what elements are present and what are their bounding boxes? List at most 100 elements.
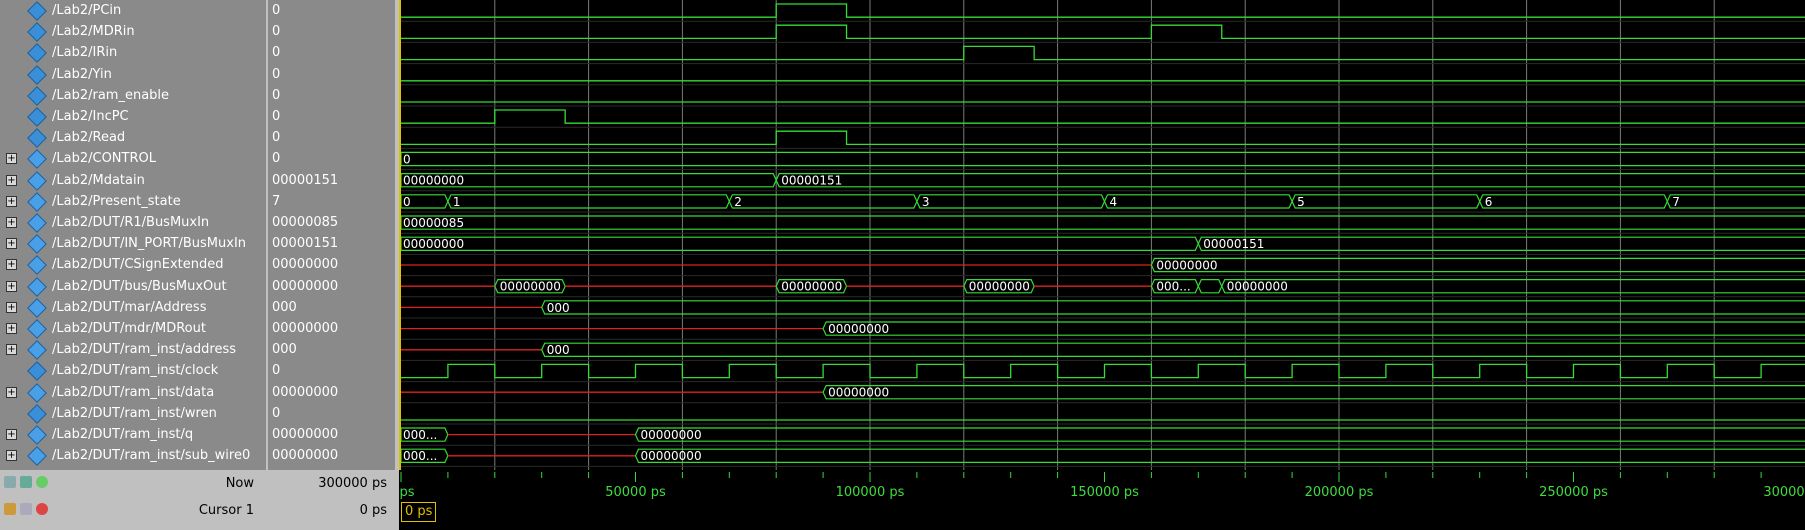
cursor-label[interactable]: Cursor 1	[199, 503, 254, 518]
expand-icon[interactable]	[6, 323, 17, 334]
bit-waveform	[401, 45, 1805, 61]
bus-value-label: 00000085	[403, 216, 464, 230]
signal-name: /Lab2/IRin	[52, 45, 118, 61]
expand-icon[interactable]	[6, 386, 17, 398]
now-label: Now	[225, 476, 254, 491]
signal-row[interactable]: /Lab2/DUT/IN_PORT/BusMuxIn	[0, 233, 266, 255]
signal-row[interactable]: /Lab2/Yin	[0, 64, 266, 85]
signal-row[interactable]: /Lab2/Present_state	[0, 191, 266, 212]
signal-diamond-icon	[27, 1, 47, 21]
signal-name: /Lab2/CONTROL	[52, 151, 156, 167]
expand-icon[interactable]	[6, 259, 17, 271]
bit-waveform	[401, 109, 1805, 124]
signal-name: /Lab2/DUT/R1/BusMuxIn	[52, 215, 210, 230]
signal-row[interactable]: /Lab2/DUT/ram_inst/wren	[0, 403, 266, 424]
signal-diamond-icon	[27, 297, 47, 318]
lock-icon[interactable]	[4, 476, 16, 488]
bus-segment	[400, 151, 1805, 167]
bus-value-label: 00000151	[781, 174, 842, 188]
bus-value-label: 00000000	[828, 386, 889, 400]
expand-icon[interactable]	[6, 344, 17, 356]
signal-value: 000	[272, 342, 297, 358]
expand-icon[interactable]	[6, 174, 17, 186]
signal-diamond-icon	[27, 22, 47, 43]
expand-icon[interactable]	[6, 280, 17, 292]
ruler-tick-label: 200000 ps	[1304, 485, 1374, 500]
signal-row[interactable]: /Lab2/Mdatain	[0, 170, 266, 191]
bus-value-label: 00000000	[1227, 280, 1288, 294]
bus-segment	[400, 215, 1805, 230]
signal-diamond-icon	[27, 425, 47, 445]
signal-row[interactable]: /Lab2/DUT/R1/BusMuxIn	[0, 212, 266, 233]
signal-diamond-icon	[27, 213, 47, 233]
signal-diamond-icon	[27, 128, 47, 149]
remove-icon[interactable]	[36, 503, 48, 515]
add-cursor-icon[interactable]	[20, 476, 32, 488]
signal-name: /Lab2/DUT/bus/BusMuxOut	[52, 278, 227, 294]
plus-icon[interactable]	[36, 476, 48, 488]
signal-row[interactable]: /Lab2/MDRin	[0, 21, 266, 43]
bus-value-label: 00000000	[641, 428, 702, 442]
ruler-tick-label: 50000 ps	[605, 485, 666, 500]
signal-row[interactable]: /Lab2/DUT/ram_inst/data	[0, 382, 266, 403]
expand-icon[interactable]	[6, 301, 17, 313]
signal-row[interactable]: /Lab2/DUT/ram_inst/q	[0, 424, 266, 445]
signal-row[interactable]: /Lab2/DUT/mar/Address	[0, 297, 266, 318]
signal-name: /Lab2/DUT/ram_inst/address	[52, 342, 236, 358]
timeline-ruler[interactable]: ps 50000 ps 100000 ps 150000 ps 200000 ps 250…	[396, 470, 1805, 530]
bus-value-label: 4	[1110, 195, 1118, 209]
expand-icon[interactable]	[6, 450, 17, 462]
bus-segment	[1479, 194, 1668, 209]
signal-row[interactable]: /Lab2/ram_enable	[0, 85, 266, 106]
edit-cursor-icon[interactable]	[20, 503, 32, 515]
bus-value-label: 00000000	[641, 449, 702, 463]
signal-row[interactable]: /Lab2/CONTROL	[0, 148, 266, 170]
signal-name-pane[interactable]: /Lab2/PCin/Lab2/MDRin/Lab2/IRin/Lab2/Yin…	[0, 0, 266, 470]
expand-icon[interactable]	[6, 238, 17, 250]
signal-diamond-icon	[27, 149, 47, 170]
signal-row[interactable]: /Lab2/Read	[0, 127, 266, 149]
signal-diamond-icon	[27, 361, 47, 382]
signal-value: 00000151	[272, 236, 339, 252]
signal-diamond-icon	[27, 107, 47, 127]
signal-diamond-icon	[27, 234, 47, 255]
signal-row[interactable]: /Lab2/IncPC	[0, 106, 266, 127]
signal-row[interactable]: /Lab2/DUT/ram_inst/clock	[0, 360, 266, 382]
time-ruler[interactable]: ps 50000 ps 100000 ps 150000 ps 200000 ps 250…	[399, 470, 1805, 500]
signal-name: /Lab2/DUT/CSignExtended	[52, 257, 224, 273]
signal-name: /Lab2/DUT/mdr/MDRout	[52, 321, 206, 336]
expand-icon[interactable]	[6, 153, 17, 165]
signal-name: /Lab2/Present_state	[52, 193, 181, 209]
bit-waveform	[401, 24, 1805, 40]
bus-value-label: 00000000	[1156, 258, 1217, 272]
expand-icon[interactable]	[6, 217, 17, 228]
bus-value-label: 000	[547, 343, 570, 357]
signal-row[interactable]: /Lab2/DUT/CSignExtended	[0, 254, 266, 276]
waveform-pane[interactable]: 0 00000000 00000151 0 1 2 3 4 5 6 7 00000085 0000000…	[396, 0, 1805, 470]
signal-value: 0	[272, 3, 281, 18]
waveform-canvas[interactable]: 000000000 000001510 1 2 3 4 5 6 7000000850000000…	[399, 0, 1805, 470]
signal-row[interactable]: /Lab2/DUT/bus/BusMuxOut	[0, 276, 266, 297]
signal-value: 00000151	[272, 172, 339, 188]
signal-diamond-icon	[27, 85, 47, 106]
signal-row[interactable]: /Lab2/DUT/ram_inst/sub_wire0	[0, 445, 266, 467]
signal-row[interactable]: /Lab2/DUT/mdr/MDRout	[0, 318, 266, 339]
cursor-value: 0 ps	[359, 503, 387, 518]
bus-value-label: 00000000	[500, 280, 561, 294]
expand-icon[interactable]	[6, 195, 17, 207]
signal-row[interactable]: /Lab2/PCin	[0, 0, 266, 21]
signal-diamond-icon	[27, 382, 47, 403]
lock-closed-icon[interactable]	[4, 503, 16, 515]
bus-segment	[822, 385, 1805, 400]
bus-segment	[728, 194, 918, 209]
cursor-marker[interactable]: 0 ps	[401, 502, 437, 522]
bus-value-label: 00000000	[403, 174, 464, 188]
signal-row[interactable]: /Lab2/DUT/ram_inst/address	[0, 339, 266, 361]
bus-segment	[1291, 194, 1481, 209]
signal-value: 0	[272, 45, 281, 61]
signal-name: /Lab2/PCin	[52, 3, 122, 18]
expand-icon[interactable]	[6, 429, 17, 440]
bus-value-label: 00000151	[1203, 237, 1264, 251]
bus-value-label: 7	[1672, 195, 1680, 209]
signal-row[interactable]: /Lab2/IRin	[0, 42, 266, 64]
